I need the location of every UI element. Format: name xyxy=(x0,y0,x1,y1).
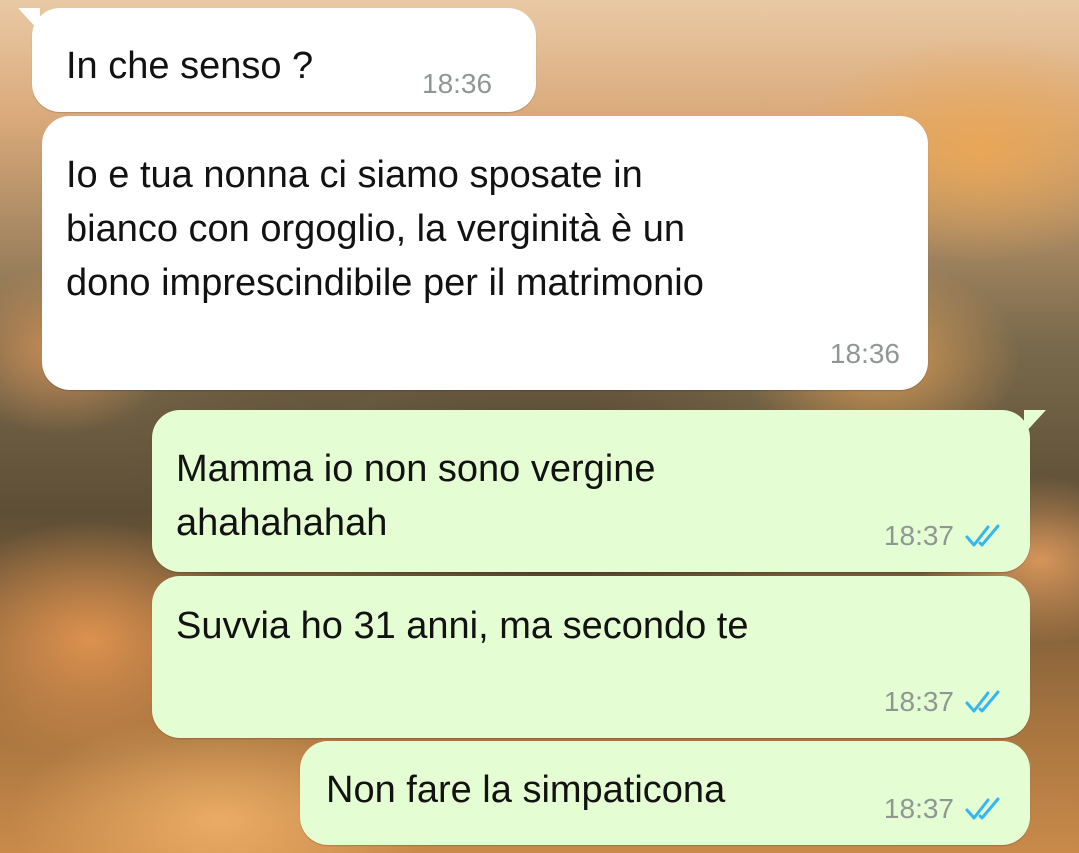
message-time: 18:37 xyxy=(883,686,954,717)
message-text: Mamma io non sono vergine ahahahahah xyxy=(176,448,656,544)
message-time: 18:36 xyxy=(829,338,900,369)
message-time: 18:36 xyxy=(422,68,493,99)
message-meta: 18:36 xyxy=(830,340,900,368)
outgoing-message-bubble[interactable]: Suvvia ho 31 anni, ma secondo te 18:37 xyxy=(152,576,1030,738)
message-text: In che senso ? xyxy=(66,45,314,87)
message-meta: 18:37 xyxy=(884,522,1006,550)
message-meta: 18:37 xyxy=(884,688,1006,716)
chat-message-list[interactable]: In che senso ? 18:36 Io e tua nonna ci s… xyxy=(0,0,1079,853)
double-check-read-icon xyxy=(965,690,1000,713)
message-text: Suvvia ho 31 anni, ma secondo te xyxy=(176,605,749,647)
message-time: 18:37 xyxy=(883,520,954,551)
message-meta: 18:37 xyxy=(884,795,1006,823)
outgoing-message-bubble[interactable]: Non fare la simpaticona 18:37 xyxy=(300,741,1030,845)
message-meta: 18:36 xyxy=(422,70,492,98)
double-check-read-icon xyxy=(965,797,1000,820)
incoming-message-bubble[interactable]: Io e tua nonna ci siamo sposate in bianc… xyxy=(42,116,928,390)
message-time: 18:37 xyxy=(883,793,954,824)
message-text: Non fare la simpaticona xyxy=(326,769,726,811)
outgoing-message-bubble[interactable]: Mamma io non sono vergine ahahahahah 18:… xyxy=(152,410,1046,572)
double-check-read-icon xyxy=(965,524,1000,547)
message-text: Io e tua nonna ci siamo sposate in bianc… xyxy=(66,154,704,304)
incoming-message-bubble[interactable]: In che senso ? 18:36 xyxy=(18,8,536,112)
